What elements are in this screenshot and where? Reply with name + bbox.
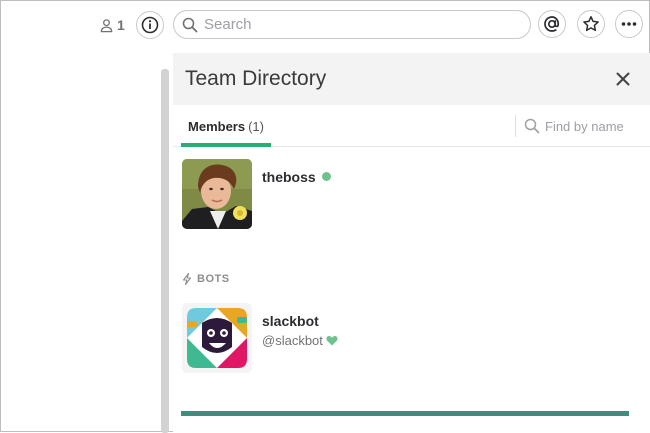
tab-members[interactable]: Members (1): [181, 105, 271, 147]
search-icon: [524, 118, 540, 134]
directory-tabs: Members (1): [173, 105, 650, 147]
member-name[interactable]: slackbot: [262, 313, 319, 329]
channel-info-button[interactable]: [136, 11, 164, 39]
member-row[interactable]: slackbot @slackbot: [182, 303, 642, 375]
pane-title: Team Directory: [185, 67, 327, 90]
channel-member-count[interactable]: 1: [99, 15, 125, 35]
heart-icon: [326, 336, 338, 346]
member-handle: @slackbot: [262, 333, 338, 348]
member-name[interactable]: theboss: [262, 169, 331, 185]
top-bar: 1: [1, 1, 650, 49]
member-handle-text: @slackbot: [262, 333, 323, 348]
avatar[interactable]: [182, 159, 252, 229]
member-row[interactable]: theboss: [182, 159, 642, 231]
person-icon: [100, 18, 113, 32]
bots-section-label: BOTS: [197, 273, 230, 285]
close-pane-button[interactable]: [611, 67, 635, 91]
avatar[interactable]: [182, 303, 252, 373]
mentions-button[interactable]: [538, 10, 566, 38]
member-name-text: theboss: [262, 169, 316, 185]
member-count-value: 1: [117, 17, 125, 33]
more-options-button[interactable]: [615, 10, 643, 38]
tab-members-label: Members: [188, 118, 246, 134]
tab-members-count: (1): [248, 118, 264, 134]
star-icon: [583, 16, 599, 32]
starred-items-button[interactable]: [577, 10, 605, 38]
bottom-divider-bar: [181, 411, 629, 416]
slackbot-logo: [182, 303, 252, 373]
bots-section-header: BOTS: [182, 273, 230, 285]
info-icon: [141, 16, 159, 34]
pane-header: Team Directory: [173, 53, 650, 105]
user-photo: [182, 159, 252, 229]
search-icon: [182, 17, 198, 32]
team-directory-pane: Team Directory Members (1) Find by name …: [173, 53, 650, 433]
at-sign-icon: [544, 16, 560, 32]
search-box[interactable]: [173, 10, 531, 39]
find-by-name-input[interactable]: [545, 118, 645, 134]
find-by-name-box[interactable]: [515, 115, 650, 137]
search-input[interactable]: [204, 16, 504, 33]
message-pane-scrollbar[interactable]: [161, 69, 169, 433]
lightning-bolt-icon: [182, 273, 192, 285]
presence-active-icon: [321, 172, 331, 181]
more-dots-icon: [621, 22, 637, 26]
active-tab-indicator: [181, 143, 271, 147]
close-icon: [616, 72, 630, 86]
